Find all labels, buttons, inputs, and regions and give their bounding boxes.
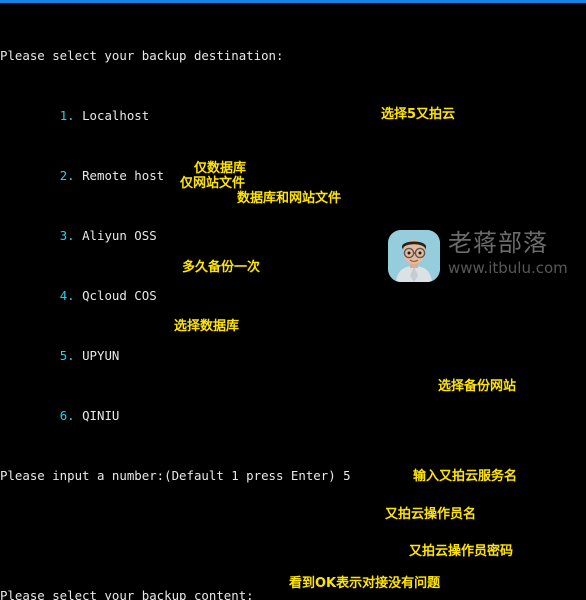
destination-1-label: Localhost [82,108,150,123]
annotation-password: 又拍云操作员密码 [409,544,514,559]
annotation-site-only: 仅网站文件 [180,176,246,191]
destination-1-number: 1. [59,108,75,123]
list-item-destination-4[interactable]: 4. Qcloud COS [0,288,586,303]
destination-3-number: 3. [59,228,75,243]
annotation-ok: 看到OK表示对接没有问题 [289,576,441,591]
destination-2-number: 2. [59,168,75,183]
list-item-destination-3[interactable]: 3. Aliyun OSS [0,228,586,243]
destination-5-number: 5. [59,348,75,363]
prompt-content-text: Please select your backup content: [0,588,254,600]
prompt-destination-text: Please select your backup destination: [0,48,284,63]
destination-2-label: Remote host [82,168,165,183]
annotation-select-site: 选择备份网站 [438,379,517,394]
terminal-window: 老蒋部落 www.itbulu.com Please select your b… [0,0,586,600]
annotation-choose-upyun: 选择5又拍云 [381,107,456,122]
annotation-backup-cycle: 多久备份一次 [182,260,261,275]
input-destination-text: Please input a number:(Default 1 press E… [0,468,351,483]
terminal-output[interactable]: Please select your backup destination: 1… [0,3,586,600]
destination-6-label: QINIU [82,408,120,423]
destination-4-label: Qcloud COS [82,288,157,303]
annotation-db-and-site: 数据库和网站文件 [237,191,342,206]
destination-6-number: 6. [59,408,75,423]
annotation-servicename: 输入又拍云服务名 [413,469,518,484]
destination-5-label: UPYUN [82,348,120,363]
list-item-destination-6[interactable]: 6. QINIU [0,408,586,423]
list-item-destination-2[interactable]: 2. Remote host [0,168,586,183]
annotation-db-only: 仅数据库 [194,161,247,176]
list-item-destination-5[interactable]: 5. UPYUN [0,348,586,363]
annotation-select-db: 选择数据库 [174,319,240,334]
line-prompt-destination: Please select your backup destination: [0,48,586,63]
list-item-destination-1[interactable]: 1. Localhost [0,108,586,123]
annotation-operator: 又拍云操作员名 [385,507,477,522]
destination-3-label: Aliyun OSS [82,228,157,243]
destination-4-number: 4. [59,288,75,303]
